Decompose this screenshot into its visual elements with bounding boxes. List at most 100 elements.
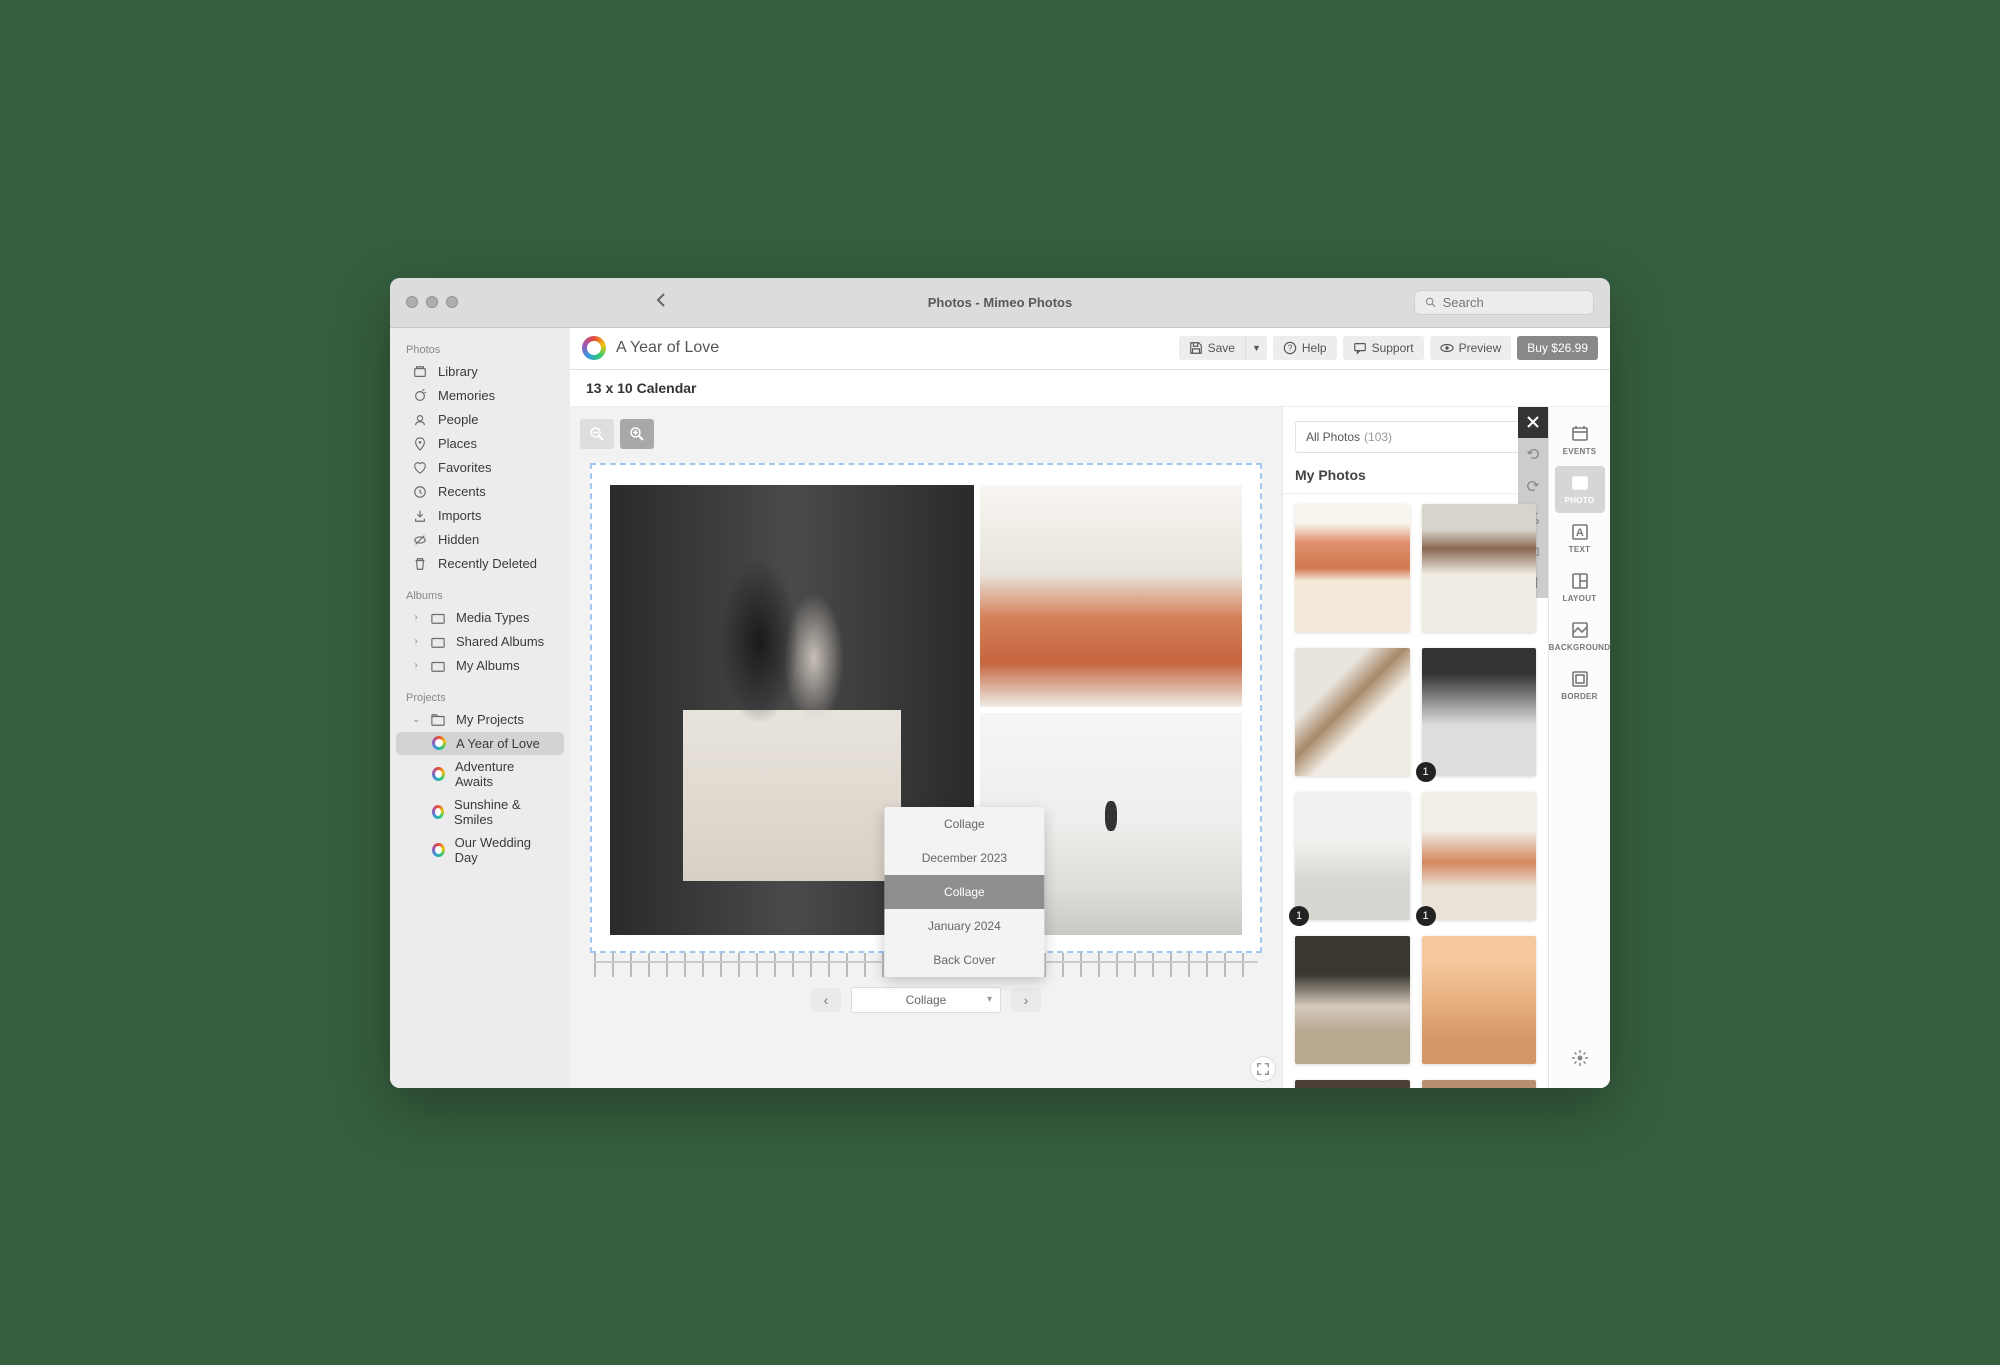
text-icon: A xyxy=(1571,523,1589,541)
undo-button[interactable] xyxy=(1518,438,1548,470)
tab-border[interactable]: BORDER xyxy=(1555,662,1605,709)
hidden-icon xyxy=(412,532,428,548)
prev-page-button[interactable]: ‹ xyxy=(811,988,841,1012)
sidebar-item-my-projects[interactable]: ⌄ My Projects xyxy=(390,708,570,732)
maximize-window-button[interactable] xyxy=(446,296,458,308)
sidebar-project-sunshine-&-smiles[interactable]: Sunshine & Smiles xyxy=(396,793,564,831)
save-button[interactable]: Save xyxy=(1179,336,1246,360)
next-page-button[interactable]: › xyxy=(1011,988,1041,1012)
redo-button[interactable] xyxy=(1518,470,1548,502)
project-icon xyxy=(582,336,606,360)
photo-thumbnail[interactable]: 1 xyxy=(1422,792,1537,920)
svg-text:A: A xyxy=(1575,527,1583,539)
help-button[interactable]: ?Help xyxy=(1273,336,1337,360)
sidebar-item-label: My Albums xyxy=(456,658,520,673)
sidebar-project-a-year-of-love[interactable]: A Year of Love xyxy=(396,732,564,755)
photo-slot-top-right[interactable] xyxy=(980,485,1242,707)
minimize-window-button[interactable] xyxy=(426,296,438,308)
sidebar-item-imports[interactable]: Imports xyxy=(390,504,570,528)
tab-events[interactable]: EVENTS xyxy=(1555,417,1605,464)
tab-photo[interactable]: PHOTO xyxy=(1555,466,1605,513)
page-option[interactable]: Back Cover xyxy=(884,943,1044,977)
sidebar: Photos LibraryMemoriesPeoplePlacesFavori… xyxy=(390,328,570,1088)
photo-icon xyxy=(1571,474,1589,492)
sidebar-item-recently-deleted[interactable]: Recently Deleted xyxy=(390,552,570,576)
sidebar-item-media-types[interactable]: ›Media Types xyxy=(390,606,570,630)
buy-button[interactable]: Buy $26.99 xyxy=(1517,336,1598,360)
save-button-group: Save ▼ xyxy=(1179,336,1267,360)
tab-label: TEXT xyxy=(1569,545,1591,554)
sidebar-project-our-wedding-day[interactable]: Our Wedding Day xyxy=(396,831,564,869)
tab-text[interactable]: A TEXT xyxy=(1555,515,1605,562)
eye-icon xyxy=(1440,341,1454,355)
page-option[interactable]: January 2024 xyxy=(884,909,1044,943)
project-icon xyxy=(432,767,445,781)
sidebar-item-memories[interactable]: Memories xyxy=(390,384,570,408)
photo-thumbnail[interactable] xyxy=(1422,936,1537,1064)
project-toolbar: A Year of Love Save ▼ ?Help Support Prev… xyxy=(570,328,1610,370)
zoom-in-button[interactable] xyxy=(620,419,654,449)
close-window-button[interactable] xyxy=(406,296,418,308)
sidebar-item-favorites[interactable]: Favorites xyxy=(390,456,570,480)
page-select-dropdown[interactable]: Collage xyxy=(851,987,1001,1013)
sidebar-item-label: A Year of Love xyxy=(456,736,540,751)
search-icon xyxy=(1425,296,1437,309)
page-option[interactable]: December 2023 xyxy=(884,841,1044,875)
save-dropdown-button[interactable]: ▼ xyxy=(1246,336,1267,360)
sidebar-item-my-albums[interactable]: ›My Albums xyxy=(390,654,570,678)
main-area: A Year of Love Save ▼ ?Help Support Prev… xyxy=(570,328,1610,1088)
settings-button[interactable] xyxy=(1571,1049,1589,1072)
photo-thumbnail[interactable] xyxy=(1422,1080,1537,1087)
zoom-controls xyxy=(580,419,1272,449)
photo-thumbnail[interactable] xyxy=(1422,504,1537,632)
sidebar-item-label: Sunshine & Smiles xyxy=(454,797,548,827)
photo-source-dropdown[interactable]: All Photos (103) xyxy=(1295,421,1536,453)
titlebar: Photos - Mimeo Photos xyxy=(390,278,1610,328)
sidebar-item-people[interactable]: People xyxy=(390,408,570,432)
photo-thumbnail[interactable] xyxy=(1295,1080,1410,1087)
photo-thumbnail[interactable] xyxy=(1295,936,1410,1064)
page-option[interactable]: Collage xyxy=(884,875,1044,909)
page-option[interactable]: Collage xyxy=(884,807,1044,841)
page-navigation: ‹ Collage › CollageDecember 2023CollageJ… xyxy=(580,977,1272,1017)
sidebar-item-library[interactable]: Library xyxy=(390,360,570,384)
photo-thumbnail[interactable]: 1 xyxy=(1295,792,1410,920)
fit-to-screen-button[interactable] xyxy=(1250,1056,1276,1082)
chat-icon xyxy=(1353,341,1367,355)
photos-panel-header: My Photos xyxy=(1283,463,1548,494)
trash-icon xyxy=(412,556,428,572)
chevron-right-icon: › xyxy=(412,612,420,623)
sidebar-item-label: Hidden xyxy=(438,532,479,547)
close-panel-button[interactable] xyxy=(1518,407,1548,438)
save-icon xyxy=(1189,341,1203,355)
sidebar-item-hidden[interactable]: Hidden xyxy=(390,528,570,552)
photo-thumbnail[interactable] xyxy=(1295,648,1410,776)
import-icon xyxy=(412,508,428,524)
calendar-icon xyxy=(1571,425,1589,443)
tab-layout[interactable]: LAYOUT xyxy=(1555,564,1605,611)
zoom-out-button[interactable] xyxy=(580,419,614,449)
usage-count-badge: 1 xyxy=(1416,906,1436,926)
sidebar-item-shared-albums[interactable]: ›Shared Albums xyxy=(390,630,570,654)
traffic-lights xyxy=(390,296,458,308)
sidebar-project-adventure-awaits[interactable]: Adventure Awaits xyxy=(396,755,564,793)
places-icon xyxy=(412,436,428,452)
app-window: Photos - Mimeo Photos Photos LibraryMemo… xyxy=(390,278,1610,1088)
photo-thumbnail[interactable] xyxy=(1295,504,1410,632)
support-button[interactable]: Support xyxy=(1343,336,1424,360)
preview-button[interactable]: Preview xyxy=(1430,336,1512,360)
project-icon xyxy=(432,736,446,750)
sidebar-item-places[interactable]: Places xyxy=(390,432,570,456)
search-field[interactable] xyxy=(1414,290,1594,315)
background-icon xyxy=(1571,621,1589,639)
sidebar-item-label: Shared Albums xyxy=(456,634,544,649)
support-label: Support xyxy=(1372,341,1414,355)
search-input[interactable] xyxy=(1443,295,1583,310)
sidebar-item-recents[interactable]: Recents xyxy=(390,480,570,504)
tab-background[interactable]: BACKGROUND xyxy=(1555,613,1605,660)
chevron-down-icon: ▼ xyxy=(1252,343,1261,353)
help-icon: ? xyxy=(1283,341,1297,355)
back-button[interactable] xyxy=(655,292,666,313)
photo-thumbnail[interactable]: 1 xyxy=(1422,648,1537,776)
sidebar-item-label: Adventure Awaits xyxy=(455,759,548,789)
